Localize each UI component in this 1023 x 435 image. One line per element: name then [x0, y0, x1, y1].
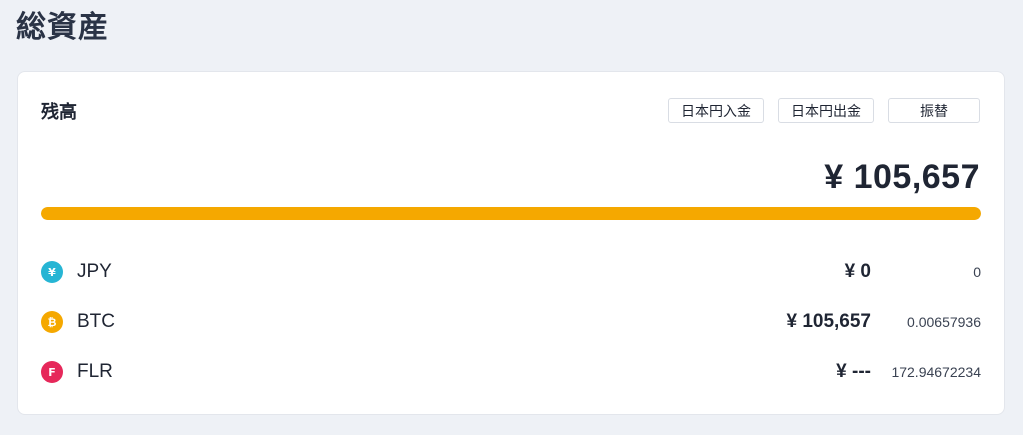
jpy-withdraw-button[interactable]: 日本円出金	[778, 98, 874, 123]
balance-actions: 日本円入金 日本円出金 振替	[668, 98, 980, 123]
bitcoin-icon: ₿	[41, 311, 63, 333]
asset-jpy-value: ¥ 0	[844, 261, 871, 282]
allocation-bar-fill-btc	[41, 207, 981, 220]
asset-symbol: FLR	[77, 361, 113, 382]
asset-amount: 0	[973, 264, 981, 280]
asset-jpy-value: ¥ 105,657	[786, 311, 871, 332]
flare-icon: F	[41, 361, 63, 383]
asset-symbol: JPY	[77, 261, 112, 282]
balance-title: 残高	[41, 102, 77, 123]
asset-row-jpy: ¥ JPY ¥ 0 0	[41, 247, 981, 297]
page-title: 総資産	[16, 10, 109, 45]
asset-row-btc: ₿ BTC ¥ 105,657 0.00657936	[41, 297, 981, 347]
asset-jpy-value: ¥ ---	[836, 361, 871, 382]
asset-amount: 172.94672234	[891, 364, 981, 380]
asset-row-flr: F FLR ¥ --- 172.94672234	[41, 347, 981, 397]
jpy-deposit-button[interactable]: 日本円入金	[668, 98, 764, 123]
transfer-button[interactable]: 振替	[888, 98, 980, 123]
total-balance: ¥ 105,657	[824, 158, 980, 196]
asset-list: ¥ JPY ¥ 0 0 ₿ BTC ¥ 105,657 0.00657936 F…	[41, 247, 981, 397]
allocation-bar	[41, 207, 981, 220]
balance-card: 残高 日本円入金 日本円出金 振替 ¥ 105,657 ¥ JPY ¥ 0 0 …	[17, 71, 1005, 415]
asset-amount: 0.00657936	[907, 314, 981, 330]
yen-icon: ¥	[41, 261, 63, 283]
asset-symbol: BTC	[77, 311, 115, 332]
